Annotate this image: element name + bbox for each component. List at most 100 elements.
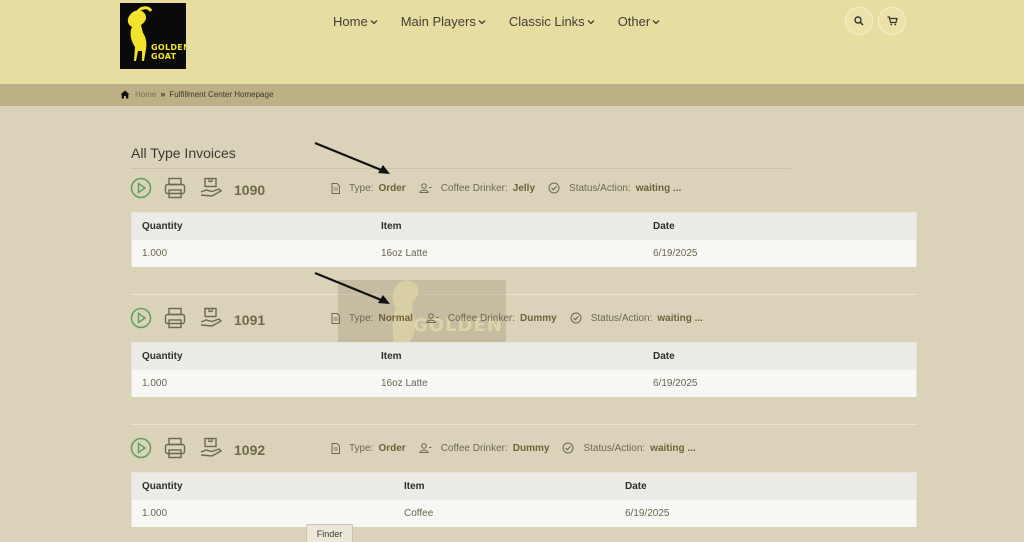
search-button[interactable]: [845, 7, 873, 35]
table-header-row: Quantity Item Date: [132, 213, 916, 240]
status-value: waiting ...: [635, 182, 682, 194]
column-header-date: Date: [653, 351, 675, 362]
document-icon: [331, 182, 340, 194]
play-icon[interactable]: [130, 436, 152, 460]
nav-label: Main Players: [400, 14, 476, 29]
drinker-value: Jelly: [512, 182, 536, 194]
nav-label: Home: [333, 14, 368, 29]
type-label: Type:: [349, 312, 374, 324]
type-label: Type:: [349, 442, 374, 454]
print-icon[interactable]: [163, 176, 187, 200]
document-icon: [331, 442, 340, 454]
breadcrumb-bar: Home » Fulfillment Center Homepage: [0, 84, 1024, 106]
column-header-item: Item: [381, 221, 402, 232]
page-title: All Type Invoices: [131, 145, 236, 161]
play-icon[interactable]: [130, 306, 152, 330]
date-cell: 6/19/2025: [653, 248, 698, 259]
invoice-header: 1092 Type: Order Coffee Drinker: Dummy Sta…: [130, 436, 730, 462]
delivery-box-icon[interactable]: [199, 436, 223, 460]
delivery-box-icon[interactable]: [199, 306, 223, 330]
column-header-date: Date: [653, 221, 675, 232]
quantity-cell: 1.000: [142, 248, 168, 259]
check-circle-icon: [570, 312, 582, 324]
item-cell: 16oz Latte: [381, 378, 428, 389]
play-icon[interactable]: [130, 176, 152, 200]
nav-label: Other: [617, 14, 651, 29]
document-icon: [331, 312, 340, 324]
user-icon: [418, 443, 432, 453]
finder-tab[interactable]: Finder: [306, 524, 353, 542]
invoice-number[interactable]: 1092: [234, 442, 265, 458]
invoice-header: 1090 Type: Order Coffee Drinker: Jelly Sta…: [130, 176, 730, 202]
nav-other[interactable]: Other: [618, 14, 661, 29]
status-label: Status/Action:: [569, 182, 631, 194]
column-header-date: Date: [625, 481, 647, 492]
drinker-value: Dummy: [512, 442, 550, 454]
breadcrumb: Home » Fulfillment Center Homepage: [120, 89, 273, 99]
site-header: GOLDEN GOAT Home Main Players Classic Li…: [0, 0, 1024, 84]
quantity-cell: 1.000: [142, 378, 168, 389]
chevron-down-icon: [587, 19, 595, 24]
invoice-items-table: Quantity Item Date 1.000 16oz Latte 6/19…: [131, 342, 917, 397]
type-value: Order: [378, 182, 406, 194]
annotation-arrow-icon: [314, 141, 390, 174]
date-cell: 6/19/2025: [653, 378, 698, 389]
check-circle-icon: [548, 182, 560, 194]
invoice-number[interactable]: 1090: [234, 182, 265, 198]
date-cell: 6/19/2025: [625, 508, 670, 519]
breadcrumb-home-link[interactable]: Home: [135, 90, 156, 99]
drinker-label: Coffee Drinker:: [440, 442, 508, 454]
table-row: 1.000 16oz Latte 6/19/2025: [132, 370, 916, 397]
drinker-label: Coffee Drinker:: [440, 182, 508, 194]
chevron-down-icon: [370, 19, 378, 24]
drinker-label: Coffee Drinker:: [447, 312, 515, 324]
print-icon[interactable]: [163, 306, 187, 330]
status-label: Status/Action:: [583, 442, 646, 454]
column-header-item: Item: [404, 481, 425, 492]
chevron-down-icon: [478, 19, 486, 24]
type-value: Order: [378, 442, 406, 454]
home-icon[interactable]: [120, 90, 130, 99]
quantity-cell: 1.000: [142, 508, 168, 519]
invoice-number[interactable]: 1091: [234, 312, 265, 328]
type-label: Type:: [349, 182, 374, 194]
column-header-item: Item: [381, 351, 402, 362]
table-row: 1.000 Coffee 6/19/2025: [132, 500, 916, 527]
cart-button[interactable]: [878, 7, 906, 35]
user-icon: [418, 183, 432, 193]
golden-goat-logo[interactable]: GOLDEN GOAT: [120, 3, 186, 69]
table-header-row: Quantity Item Date: [132, 473, 916, 500]
nav-home[interactable]: Home: [333, 14, 378, 29]
logo-text: GOLDEN GOAT: [151, 43, 186, 61]
user-icon: [426, 313, 439, 323]
status-value: waiting ...: [650, 442, 696, 454]
invoice-divider: [131, 424, 917, 425]
main-nav: Home Main Players Classic Links Other: [333, 14, 683, 29]
invoice-meta: Type: Normal Coffee Drinker: Dummy Status/…: [331, 312, 703, 324]
column-header-quantity: Quantity: [142, 221, 183, 232]
nav-classic-links[interactable]: Classic Links: [509, 14, 595, 29]
title-divider: [131, 168, 791, 169]
breadcrumb-separator-icon: »: [160, 89, 166, 99]
invoice-meta: Type: Order Coffee Drinker: Dummy Status/A…: [331, 442, 696, 454]
annotation-arrow-icon: [314, 271, 390, 304]
type-value: Normal: [378, 312, 413, 324]
invoice-items-table: Quantity Item Date 1.000 Coffee 6/19/202…: [131, 472, 917, 527]
cart-icon: [887, 16, 898, 26]
status-value: waiting ...: [657, 312, 703, 324]
item-cell: 16oz Latte: [381, 248, 428, 259]
breadcrumb-current: Fulfillment Center Homepage: [169, 89, 274, 99]
nav-main-players[interactable]: Main Players: [401, 14, 486, 29]
item-cell: Coffee: [404, 508, 434, 519]
check-circle-icon: [562, 442, 574, 454]
invoice-header: 1091 Type: Normal Coffee Drinker: Dummy St…: [130, 306, 730, 332]
drinker-value: Dummy: [520, 312, 557, 324]
print-icon[interactable]: [163, 436, 187, 460]
table-header-row: Quantity Item Date: [132, 343, 916, 370]
nav-label: Classic Links: [508, 14, 585, 29]
invoice-divider: [131, 294, 917, 295]
chevron-down-icon: [652, 19, 660, 24]
table-row: 1.000 16oz Latte 6/19/2025: [132, 240, 916, 267]
column-header-quantity: Quantity: [142, 351, 183, 362]
delivery-box-icon[interactable]: [199, 176, 223, 200]
